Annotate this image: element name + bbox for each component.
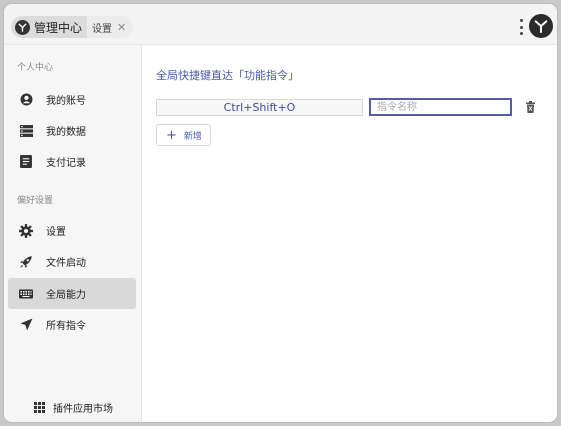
- app-logo-icon: [15, 19, 30, 35]
- plus-icon: +: [166, 127, 177, 143]
- keyboard-icon: [19, 287, 33, 301]
- breadcrumb-home[interactable]: 管理中心: [11, 16, 96, 38]
- sidebar-item-label: 全局能力: [46, 290, 86, 301]
- title-bar: 管理中心 设置 ✕: [4, 4, 557, 45]
- data-icon: [19, 124, 33, 138]
- more-options-icon[interactable]: [519, 19, 523, 35]
- trash-icon[interactable]: [524, 100, 536, 114]
- main-logo-icon[interactable]: [529, 14, 553, 38]
- gear-icon: [19, 223, 33, 238]
- sidebar-item-payment[interactable]: 支付记录: [8, 146, 136, 177]
- sidebar-item-settings[interactable]: 设置: [8, 215, 136, 246]
- breadcrumb-current[interactable]: 设置 ✕: [87, 16, 133, 38]
- app-title: 管理中心: [34, 20, 83, 35]
- plugin-market-link[interactable]: 插件应用市场: [34, 400, 113, 415]
- sidebar-item-all-commands[interactable]: 所有指令: [8, 309, 136, 340]
- payment-record-icon: [19, 155, 33, 169]
- sidebar-item-label: 文件启动: [46, 258, 86, 269]
- page-title: 全局快捷键直达「功能指令」: [156, 69, 299, 82]
- section-title-preferences: 偏好设置: [17, 196, 54, 206]
- sidebar-item-label: 我的账号: [46, 96, 86, 107]
- close-icon[interactable]: ✕: [117, 22, 126, 33]
- breadcrumb-current-label: 设置: [92, 23, 112, 35]
- main-content: 全局快捷键直达「功能指令」 Ctrl+Shift+O + 新增: [143, 45, 557, 422]
- sidebar-item-label: 我的数据: [46, 127, 86, 138]
- sidebar-item-label: 所有指令: [46, 321, 86, 332]
- command-name-input[interactable]: [369, 98, 512, 116]
- sidebar-item-account[interactable]: 我的账号: [8, 84, 136, 115]
- send-icon: [19, 318, 33, 332]
- hotkey-field[interactable]: Ctrl+Shift+O: [156, 99, 363, 116]
- add-button[interactable]: + 新增: [156, 124, 211, 146]
- sidebar-item-label: 支付记录: [46, 158, 86, 169]
- grid-icon: [34, 402, 45, 413]
- rocket-icon: [19, 255, 33, 269]
- sidebar-item-label: 设置: [46, 227, 66, 238]
- sidebar: 个人中心 我的账号 我的数据 支付记录 偏好设置 设置 文件启动 全局能力 所有…: [4, 45, 142, 422]
- plugin-market-label: 插件应用市场: [53, 404, 113, 415]
- sidebar-item-file-launch[interactable]: 文件启动: [8, 246, 136, 277]
- sidebar-item-global-ability[interactable]: 全局能力: [8, 278, 136, 309]
- app-window: 管理中心 设置 ✕ 个人中心 我的账号 我的数据 支付记录 偏好设置 设置 文件…: [3, 3, 558, 423]
- sidebar-item-data[interactable]: 我的数据: [8, 115, 136, 146]
- add-button-label: 新增: [183, 131, 202, 142]
- account-icon: [19, 93, 33, 107]
- section-title-personal: 个人中心: [17, 63, 54, 73]
